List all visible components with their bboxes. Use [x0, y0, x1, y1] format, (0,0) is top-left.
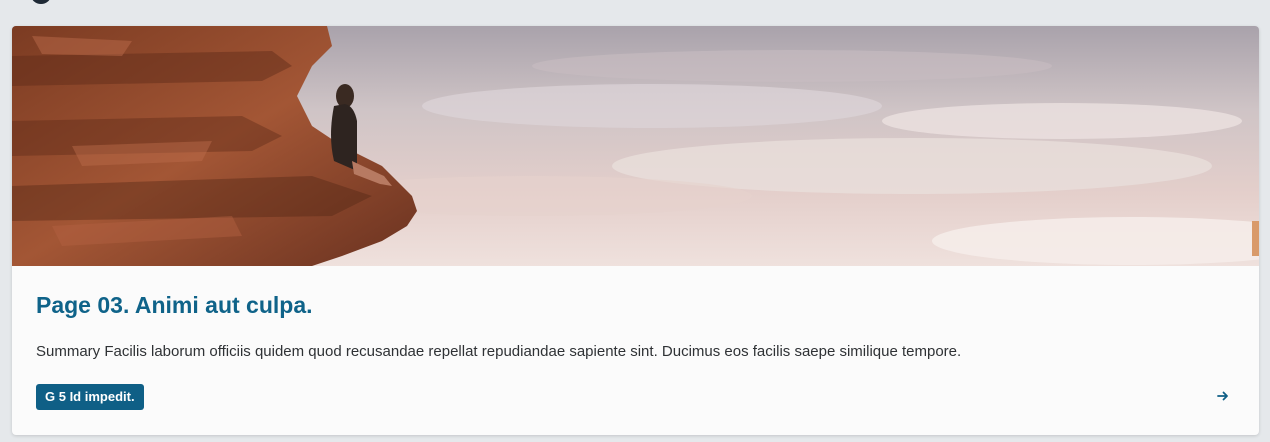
partial-icon-top	[31, 0, 51, 4]
category-tag[interactable]: G 5 Id impedit.	[36, 384, 144, 410]
arrow-right-icon[interactable]	[1213, 386, 1233, 406]
card-content: Page 03. Animi aut culpa. Summary Facili…	[36, 266, 1235, 435]
article-card[interactable]: Page 03. Animi aut culpa. Summary Facili…	[12, 26, 1259, 435]
card-summary: Summary Facilis laborum officiis quidem …	[36, 343, 962, 360]
card-title[interactable]: Page 03. Animi aut culpa.	[36, 292, 313, 319]
hero-image	[12, 26, 1259, 266]
